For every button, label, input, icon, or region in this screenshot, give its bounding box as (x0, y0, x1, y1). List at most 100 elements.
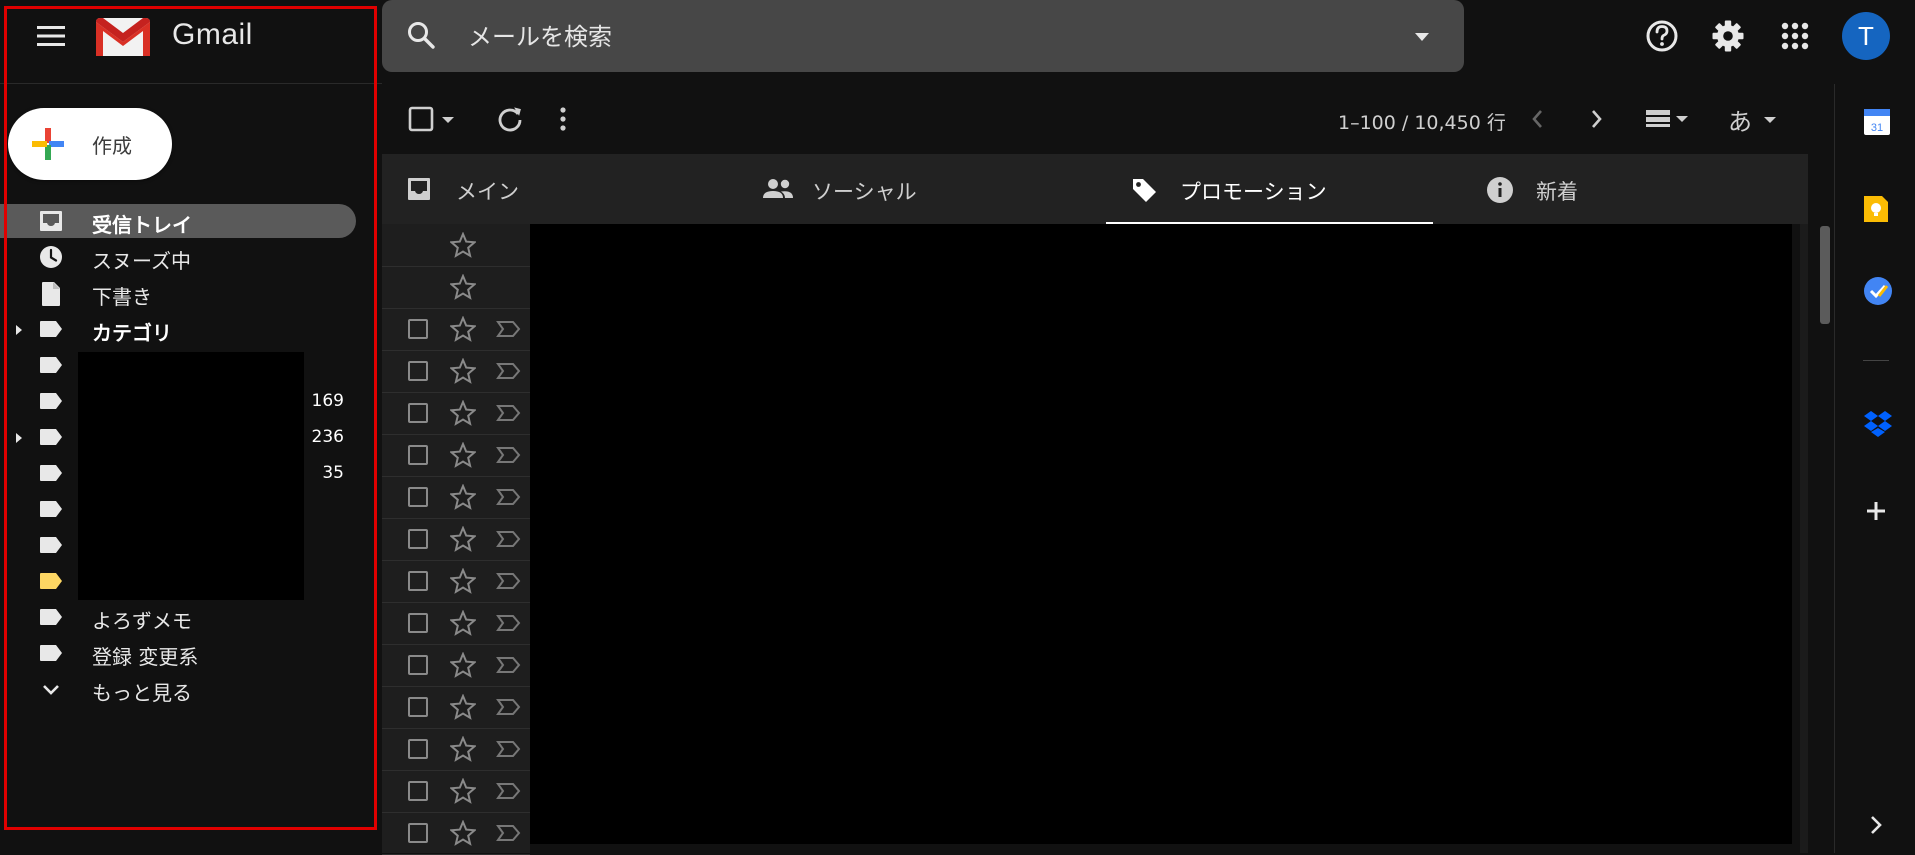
refresh-icon[interactable] (496, 106, 524, 132)
select-dropdown-icon[interactable] (440, 106, 456, 132)
row-checkbox[interactable] (408, 445, 428, 465)
tab-social[interactable]: ソーシャル (738, 154, 1094, 224)
unread-count: 169 (311, 391, 344, 411)
sidebar-item-inbox[interactable]: 受信トレイ (0, 204, 356, 238)
star-icon[interactable] (450, 820, 476, 846)
sidebar-item-label: 下書き (92, 285, 152, 309)
star-icon[interactable] (450, 274, 476, 300)
star-icon[interactable] (450, 610, 476, 636)
star-icon[interactable] (450, 232, 476, 258)
density-toggle-icon[interactable] (1644, 106, 1694, 132)
row-checkbox[interactable] (408, 319, 428, 339)
search-input[interactable] (466, 14, 1350, 60)
more-options-icon[interactable] (558, 106, 568, 132)
importance-marker-icon[interactable] (496, 824, 522, 842)
scrollbar-thumb[interactable] (1820, 226, 1830, 324)
importance-marker-icon[interactable] (496, 614, 522, 632)
sidebar-item-snoozed[interactable]: スヌーズ中 (0, 240, 356, 274)
tasks-icon[interactable] (1863, 276, 1893, 306)
settings-gear-icon[interactable] (1710, 14, 1746, 58)
importance-marker-icon[interactable] (496, 488, 522, 506)
svg-text:31: 31 (1871, 122, 1883, 134)
mail-row[interactable] (382, 812, 530, 855)
importance-marker-icon[interactable] (496, 572, 522, 590)
importance-marker-icon[interactable] (496, 740, 522, 758)
mail-row[interactable] (382, 686, 530, 729)
main-menu-button[interactable] (30, 18, 72, 54)
star-icon[interactable] (450, 526, 476, 552)
search-icon[interactable] (406, 20, 436, 50)
mail-row-pinned[interactable] (382, 266, 530, 309)
star-icon[interactable] (450, 694, 476, 720)
prev-page-chevron-icon[interactable] (1530, 106, 1546, 132)
importance-marker-icon[interactable] (496, 698, 522, 716)
sidebar-item-registration[interactable]: 登録 変更系 (0, 636, 356, 670)
mail-row[interactable] (382, 602, 530, 645)
mail-list-scrollbar[interactable] (1800, 224, 1808, 853)
mail-row[interactable] (382, 392, 530, 435)
expand-arrow-icon[interactable] (14, 324, 24, 336)
importance-marker-icon[interactable] (496, 446, 522, 464)
mail-row[interactable] (382, 770, 530, 813)
tab-primary[interactable]: メイン (382, 154, 738, 224)
importance-marker-icon[interactable] (496, 782, 522, 800)
star-icon[interactable] (450, 736, 476, 762)
sidebar-item-yorozu-memo[interactable]: よろずメモ (0, 600, 356, 634)
star-icon[interactable] (450, 442, 476, 468)
importance-marker-icon[interactable] (496, 656, 522, 674)
importance-marker-icon[interactable] (496, 362, 522, 380)
star-icon[interactable] (450, 358, 476, 384)
input-tools-button[interactable]: あ (1728, 102, 1752, 137)
sidebar-item-drafts[interactable]: 下書き (0, 276, 356, 310)
apps-grid-icon[interactable] (1778, 14, 1812, 58)
calendar-icon[interactable]: 31 (1863, 106, 1891, 136)
mail-row[interactable] (382, 350, 530, 393)
tab-updates[interactable]: 新着 (1462, 154, 1818, 224)
row-checkbox[interactable] (408, 781, 428, 801)
mail-row[interactable] (382, 308, 530, 351)
row-checkbox[interactable] (408, 655, 428, 675)
tab-promotions[interactable]: プロモーション (1106, 154, 1462, 224)
clock-icon (38, 245, 64, 269)
mail-row[interactable] (382, 644, 530, 687)
star-icon[interactable] (450, 484, 476, 510)
row-checkbox[interactable] (408, 529, 428, 549)
next-page-chevron-icon[interactable] (1588, 106, 1604, 132)
star-icon[interactable] (450, 400, 476, 426)
mail-row[interactable] (382, 518, 530, 561)
row-checkbox[interactable] (408, 361, 428, 381)
expand-panel-chevron-icon[interactable] (1863, 812, 1889, 838)
star-icon[interactable] (450, 652, 476, 678)
dropbox-icon[interactable] (1863, 410, 1893, 438)
sidebar-item-categories[interactable]: カテゴリ (0, 312, 356, 346)
row-checkbox[interactable] (408, 403, 428, 423)
importance-marker-icon[interactable] (496, 404, 522, 422)
mail-row[interactable] (382, 560, 530, 603)
row-checkbox[interactable] (408, 739, 428, 759)
gmail-logo[interactable] (94, 14, 152, 58)
sidebar-item-more[interactable]: もっと見る (0, 672, 356, 706)
select-all-checkbox[interactable] (408, 106, 434, 132)
search-options-dropdown-icon[interactable] (1412, 22, 1432, 50)
importance-marker-icon[interactable] (496, 530, 522, 548)
row-checkbox[interactable] (408, 613, 428, 633)
row-checkbox[interactable] (408, 823, 428, 843)
mail-row[interactable] (382, 476, 530, 519)
help-icon[interactable] (1644, 14, 1680, 58)
mail-row[interactable] (382, 434, 530, 477)
keep-notes-icon[interactable] (1863, 194, 1889, 224)
row-checkbox[interactable] (408, 571, 428, 591)
mail-row[interactable] (382, 728, 530, 771)
star-icon[interactable] (450, 568, 476, 594)
row-checkbox[interactable] (408, 487, 428, 507)
compose-button[interactable]: 作成 (8, 108, 172, 180)
star-icon[interactable] (450, 316, 476, 342)
input-tools-dropdown-icon[interactable] (1762, 106, 1778, 132)
add-addon-plus-icon[interactable] (1863, 498, 1889, 524)
account-avatar[interactable]: T (1842, 12, 1890, 60)
star-icon[interactable] (450, 778, 476, 804)
mail-row-pinned[interactable] (382, 224, 530, 267)
row-checkbox[interactable] (408, 697, 428, 717)
expand-arrow-icon[interactable] (14, 432, 24, 444)
importance-marker-icon[interactable] (496, 320, 522, 338)
